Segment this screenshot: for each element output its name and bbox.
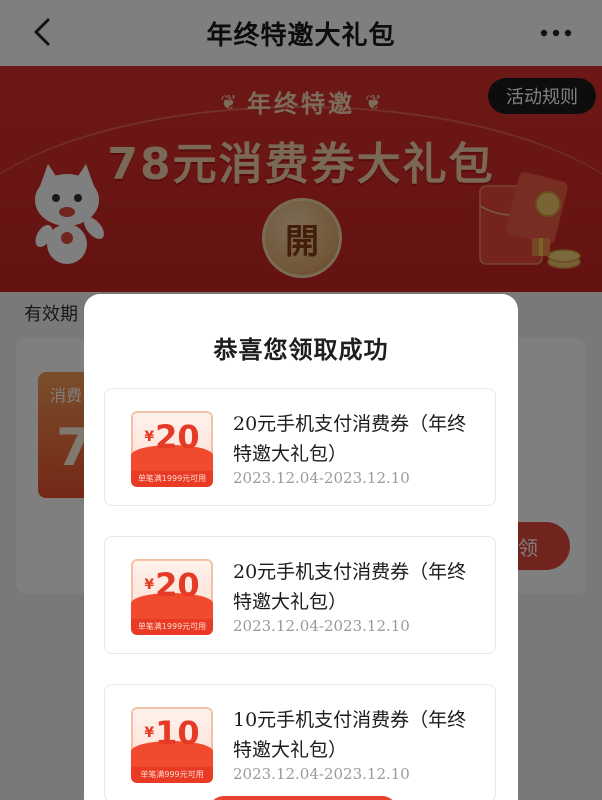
- coupon-amount: ¥20: [131, 565, 213, 605]
- coupon-amount-value: 10: [155, 714, 200, 752]
- coupon-date-range: 2023.12.04-2023.12.10: [233, 469, 410, 487]
- coupon-condition: 单笔满1999元可用: [131, 619, 213, 635]
- coupon-date-range: 2023.12.04-2023.12.10: [233, 765, 410, 783]
- currency-symbol: ¥: [144, 577, 155, 593]
- dialog-title: 恭喜您领取成功: [213, 336, 389, 364]
- coupon-amount-value: 20: [155, 418, 200, 456]
- coupon-name: 20元手机支付消费券（年终特邀大礼包）: [233, 413, 467, 465]
- coupon-thumbnail: ¥10 单笔满999元可用: [131, 707, 213, 783]
- currency-symbol: ¥: [144, 429, 155, 445]
- coupon-item: ¥20 单笔满1999元可用 20元手机支付消费券（年终特邀大礼包） 2023.…: [104, 388, 496, 506]
- coupon-item: ¥20 单笔满1999元可用 20元手机支付消费券（年终特邀大礼包） 2023.…: [104, 536, 496, 654]
- confirm-button[interactable]: [208, 796, 398, 800]
- coupon-condition: 单笔满1999元可用: [131, 471, 213, 487]
- coupon-amount-value: 20: [155, 566, 200, 604]
- coupon-item: ¥10 单笔满999元可用 10元手机支付消费券（年终特邀大礼包） 2023.1…: [104, 684, 496, 800]
- coupon-condition: 单笔满999元可用: [131, 767, 213, 783]
- coupon-thumbnail: ¥20 单笔满1999元可用: [131, 411, 213, 487]
- coupon-date-range: 2023.12.04-2023.12.10: [233, 617, 410, 635]
- coupon-amount: ¥20: [131, 417, 213, 457]
- coupon-name: 10元手机支付消费券（年终特邀大礼包）: [233, 709, 467, 761]
- claim-success-dialog: 恭喜您领取成功 ¥20 单笔满1999元可用 20元手机支付消费券（年终特邀大礼…: [84, 294, 518, 800]
- coupon-amount: ¥10: [131, 713, 213, 753]
- currency-symbol: ¥: [144, 725, 155, 741]
- coupon-name: 20元手机支付消费券（年终特邀大礼包）: [233, 561, 467, 613]
- coupon-thumbnail: ¥20 单笔满1999元可用: [131, 559, 213, 635]
